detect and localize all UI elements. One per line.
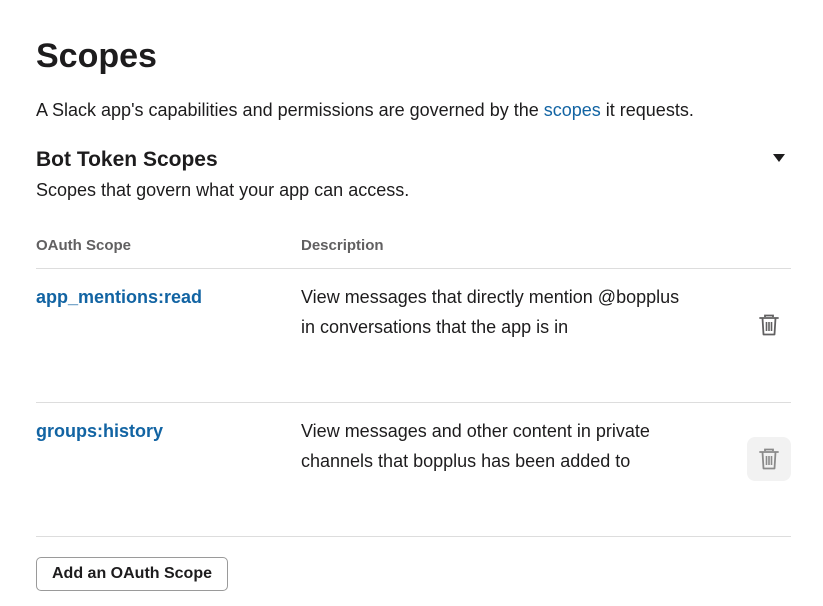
- intro-text: A Slack app's capabilities and permissio…: [36, 98, 694, 122]
- caret-down-icon[interactable]: [773, 154, 785, 162]
- remove-scope-button[interactable]: [747, 437, 791, 481]
- section-title: Bot Token Scopes: [36, 148, 218, 171]
- scopes-table: OAuth Scope Description app_mentions:rea…: [36, 232, 791, 537]
- scope-link-app-mentions-read[interactable]: app_mentions:read: [36, 285, 202, 309]
- bot-token-scopes-header: Bot Token Scopes: [36, 146, 791, 174]
- table-row: app_mentions:read View messages that dir…: [36, 269, 791, 403]
- column-header-oauth-scope: OAuth Scope: [36, 237, 132, 254]
- scope-description: View messages that directly mention @bop…: [301, 287, 680, 337]
- remove-scope-button[interactable]: [747, 303, 791, 347]
- trash-icon: [759, 314, 779, 336]
- intro-text-after: it requests.: [600, 100, 694, 120]
- table-row: groups:history View messages and other c…: [36, 403, 791, 537]
- table-header: OAuth Scope Description: [36, 232, 791, 269]
- trash-icon: [759, 448, 779, 470]
- add-oauth-scope-button[interactable]: Add an OAuth Scope: [36, 557, 228, 591]
- page-title: Scopes: [36, 37, 157, 75]
- column-header-description: Description: [301, 237, 384, 254]
- scopes-link[interactable]: scopes: [544, 100, 601, 120]
- intro-text-before: A Slack app's capabilities and permissio…: [36, 100, 544, 120]
- section-subtitle: Scopes that govern what your app can acc…: [36, 180, 410, 200]
- scope-link-groups-history[interactable]: groups:history: [36, 419, 163, 443]
- scope-description: View messages and other content in priva…: [301, 421, 650, 471]
